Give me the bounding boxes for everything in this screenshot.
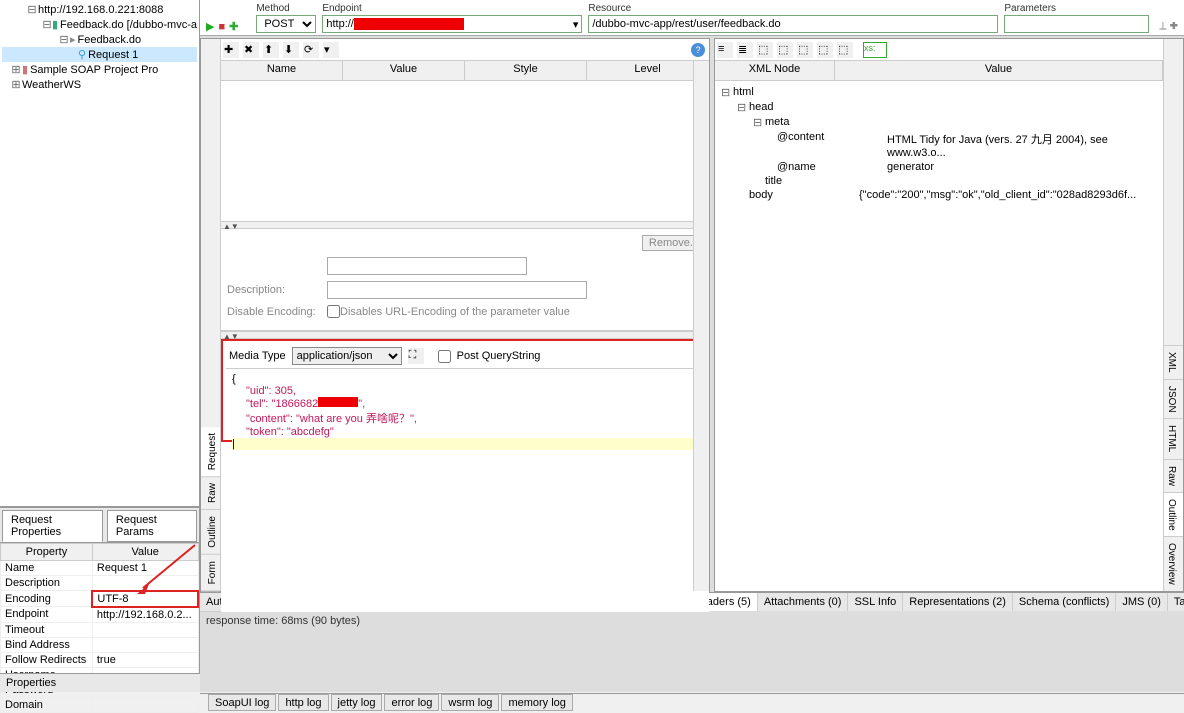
request-toolbar: ▶ ■ ✚ Method POST Endpoint http://▾ Reso…: [200, 0, 1184, 36]
collapse-bar[interactable]: ▲▼: [221, 331, 709, 339]
params-input[interactable]: [1004, 15, 1149, 33]
log-soapui[interactable]: SoapUI log: [208, 694, 276, 711]
log-http[interactable]: http log: [278, 694, 328, 711]
resp-tb-btn[interactable]: ⬚: [757, 42, 773, 58]
req-tb-btn[interactable]: ⬇: [283, 42, 299, 58]
project-tree[interactable]: ⊟http://192.168.0.221:8088 ⊟▮Feedback.do…: [0, 0, 199, 506]
description-input[interactable]: [327, 281, 587, 299]
req-tb-btn[interactable]: ▾: [323, 42, 339, 58]
vtab-outline[interactable]: Outline: [1164, 492, 1183, 537]
req-col-level: Level: [587, 61, 709, 80]
run-icon[interactable]: ▶: [206, 20, 214, 33]
media-type-label: Media Type: [229, 350, 286, 362]
btab-jms[interactable]: JMS (0): [1116, 593, 1168, 611]
params-label: Parameters: [1004, 3, 1149, 14]
resource-input[interactable]: [588, 15, 998, 33]
post-querystring-label: Post QueryString: [457, 350, 541, 362]
req-tb-btn[interactable]: ✖: [243, 42, 259, 58]
req-col-style: Style: [465, 61, 587, 80]
help-icon[interactable]: ?: [691, 43, 705, 57]
response-vtabs: Overview Outline Raw HTML JSON XML: [1163, 39, 1183, 591]
status-line: response time: 68ms (90 bytes): [200, 611, 683, 630]
disable-encoding-label: Disable Encoding:: [227, 306, 327, 318]
vtab-json[interactable]: JSON: [1164, 379, 1183, 419]
req-tb-btn[interactable]: ⬆: [263, 42, 279, 58]
props-col-property: Property: [1, 544, 93, 561]
req-col-name: Name: [221, 61, 343, 80]
add-icon[interactable]: ✚: [229, 20, 238, 33]
post-querystring-checkbox[interactable]: [438, 350, 451, 363]
resp-tb-btn[interactable]: ⬚: [817, 42, 833, 58]
btab-schema[interactable]: Schema (conflicts): [1013, 593, 1116, 611]
log-tabs: SoapUI log http log jetty log error log …: [200, 693, 1184, 711]
request-vtabs: Form Outline Raw Request: [201, 39, 221, 591]
resp-col-node: XML Node: [715, 61, 835, 80]
method-label: Method: [256, 3, 316, 14]
collapse-bar[interactable]: ▲▼: [221, 221, 709, 229]
tree-request[interactable]: ⚲Request 1: [2, 47, 197, 62]
resource-label: Resource: [588, 3, 998, 14]
request-panel: Form Outline Raw Request ✚ ✖ ⬆ ⬇ ⟳ ▾ ? N…: [200, 38, 710, 592]
props-col-value: Value: [92, 544, 198, 561]
log-error[interactable]: error log: [384, 694, 439, 711]
tree-endpoint[interactable]: ⊟http://192.168.0.221:8088: [2, 2, 197, 17]
navigator-panel: ⊟http://192.168.0.221:8088 ⊟▮Feedback.do…: [0, 0, 200, 692]
disable-encoding-checkbox[interactable]: [327, 305, 340, 318]
vtab-overview[interactable]: Overview: [1164, 536, 1183, 591]
log-jetty[interactable]: jetty log: [331, 694, 383, 711]
response-panel: ≡ ≣ ⬚ ⬚ ⬚ ⬚ ⬚ xs: XML Node Value ⊟html ⊟…: [714, 38, 1184, 592]
endpoint-input[interactable]: http://▾: [322, 15, 582, 33]
btab-ssl[interactable]: SSL Info: [848, 593, 903, 611]
request-body-editor[interactable]: { "uid": 305, "tel": "1866682", "content…: [226, 369, 704, 437]
editor-whitespace[interactable]: [221, 442, 709, 612]
scrollbar[interactable]: [693, 61, 709, 591]
vtab-xml[interactable]: XML: [1164, 345, 1183, 379]
btab-resp-attachments[interactable]: Attachments (0): [758, 593, 849, 611]
response-bottom-tabs: Headers (5) Attachments (0) SSL Info Rep…: [687, 592, 1184, 611]
req-tb-btn[interactable]: ⟳: [303, 42, 319, 58]
tree-project[interactable]: ⊟▮Feedback.do [/dubbo-mvc-a: [2, 17, 197, 32]
tab-request-properties[interactable]: Request Properties: [2, 510, 103, 542]
tree-weather[interactable]: ⊞WeatherWS: [2, 77, 197, 92]
resp-col-value: Value: [835, 61, 1163, 80]
vtab-outline[interactable]: Outline: [201, 510, 220, 555]
media-type-select[interactable]: application/json: [292, 347, 402, 365]
vtab-raw[interactable]: Raw: [201, 477, 220, 510]
param-name-input[interactable]: [327, 257, 527, 275]
encoding-value[interactable]: UTF-8: [92, 591, 198, 607]
main-area: ▶ ■ ✚ Method POST Endpoint http://▾ Reso…: [200, 0, 1184, 692]
req-col-value: Value: [343, 61, 465, 80]
description-label: Description:: [227, 284, 327, 296]
tab-request-params[interactable]: Request Params: [107, 510, 197, 542]
param-details: Remove.. Description: Disable Encoding: …: [221, 229, 709, 331]
media-section: Media Type application/json ⛶ Post Query…: [221, 339, 709, 442]
vtab-raw[interactable]: Raw: [1164, 459, 1183, 492]
resp-tb-btn[interactable]: ≣: [737, 42, 753, 58]
tree-resource[interactable]: ⊟▸Feedback.do: [2, 32, 197, 47]
response-toolbar: ≡ ≣ ⬚ ⬚ ⬚ ⬚ ⬚ xs:: [715, 39, 1163, 61]
btab-resp-representations[interactable]: Representations (2): [903, 593, 1013, 611]
log-memory[interactable]: memory log: [501, 694, 572, 711]
tree-soap-project[interactable]: ⊞▮Sample SOAP Project Pro: [2, 62, 197, 77]
config-icon[interactable]: ⟂ ✚: [1159, 20, 1178, 33]
stop-icon[interactable]: ■: [218, 21, 225, 33]
resp-tb-btn[interactable]: ⬚: [797, 42, 813, 58]
endpoint-label: Endpoint: [322, 3, 582, 14]
resp-tb-btn[interactable]: ≡: [717, 42, 733, 58]
log-wsrm[interactable]: wsrm log: [441, 694, 499, 711]
vtab-request[interactable]: Request: [201, 427, 220, 477]
btab-table[interactable]: Table: [1168, 593, 1184, 611]
resp-tb-btn[interactable]: ⬚: [837, 42, 853, 58]
vtab-form[interactable]: Form: [201, 555, 220, 591]
xs-button[interactable]: xs:: [863, 42, 887, 58]
params-grid[interactable]: [221, 81, 709, 221]
vtab-html[interactable]: HTML: [1164, 418, 1183, 458]
req-tb-btn[interactable]: ✚: [223, 42, 239, 58]
resp-tb-btn[interactable]: ⬚: [777, 42, 793, 58]
response-tree[interactable]: ⊟html ⊟head ⊟meta @contentHTML Tidy for …: [715, 81, 1163, 591]
properties-bottom-tab[interactable]: Properties: [0, 673, 200, 692]
method-select[interactable]: POST: [256, 15, 316, 33]
expand-icon[interactable]: ⛶: [408, 348, 424, 364]
